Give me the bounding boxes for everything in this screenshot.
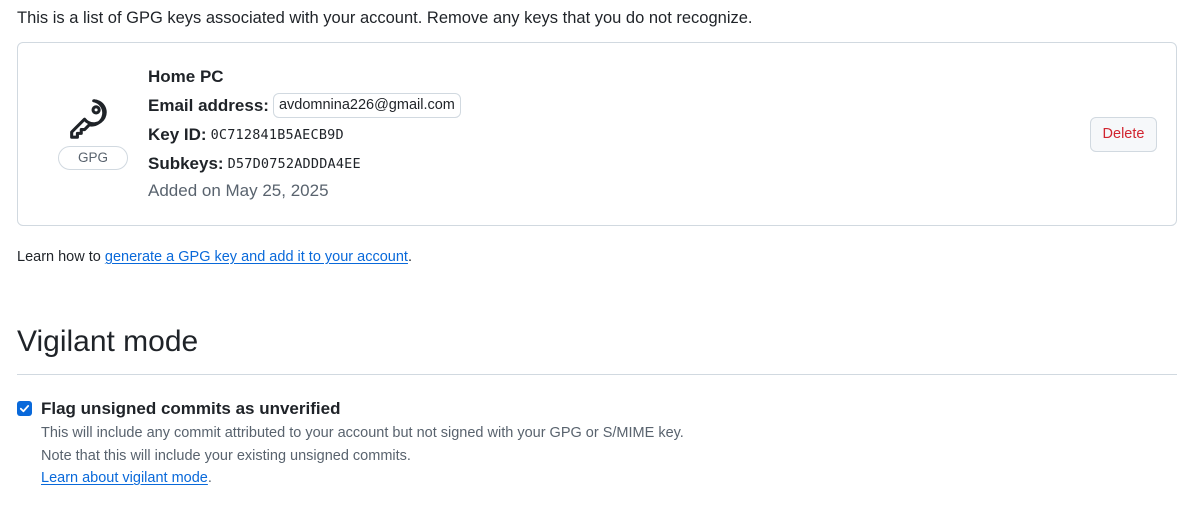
- learn-suffix: .: [407, 249, 412, 265]
- delete-key-button[interactable]: Delete: [1090, 117, 1157, 152]
- gpg-key-card: GPG Home PC Email address: avdomnina226@…: [17, 42, 1177, 226]
- learn-vigilant-mode-link[interactable]: Learn about vigilant mode: [41, 470, 208, 486]
- flag-unsigned-commits-checkbox[interactable]: [17, 401, 32, 416]
- vigilant-mode-heading: Vigilant mode: [17, 325, 199, 358]
- gpg-badge: GPG: [58, 146, 128, 170]
- checkmark-icon: [19, 405, 30, 413]
- key-name: Home PC: [148, 67, 224, 86]
- key-id-value: 0C712841B5AECB9D: [210, 126, 344, 143]
- key-id-row: Key ID: 0C712841B5AECB9D: [148, 120, 461, 149]
- added-on-date: Added on May 25, 2025: [148, 181, 329, 200]
- vigilant-note-2: Note that this will include your existin…: [41, 448, 411, 464]
- key-id-label: Key ID:: [148, 124, 207, 144]
- vigilant-note-1: This will include any commit attributed …: [41, 425, 684, 441]
- section-divider: [17, 374, 1177, 375]
- key-icon: [70, 99, 107, 139]
- key-details: Home PC Email address: avdomnina226@gmai…: [148, 65, 461, 204]
- subkeys-value: D57D0752ADDDA4EE: [227, 155, 361, 172]
- vigilant-link-suffix: .: [207, 470, 212, 486]
- flag-unsigned-commits-label[interactable]: Flag unsigned commits as unverified: [41, 398, 340, 420]
- email-chip: avdomnina226@gmail.com: [272, 93, 461, 118]
- subkeys-row: Subkeys: D57D0752ADDDA4EE: [148, 149, 461, 178]
- email-label: Email address:: [148, 95, 269, 115]
- generate-gpg-key-link[interactable]: generate a GPG key and add it to your ac…: [105, 249, 408, 265]
- learn-prefix: Learn how to: [17, 249, 105, 265]
- email-row: Email address: avdomnina226@gmail.com: [148, 91, 461, 120]
- subkeys-label: Subkeys:: [148, 153, 224, 173]
- intro-text: This is a list of GPG keys associated wi…: [17, 9, 753, 27]
- vigilant-learn-line: Learn about vigilant mode.: [41, 468, 212, 488]
- gpg-keys-settings-page: This is a list of GPG keys associated wi…: [0, 0, 1192, 530]
- learn-how-text: Learn how to generate a GPG key and add …: [17, 247, 412, 267]
